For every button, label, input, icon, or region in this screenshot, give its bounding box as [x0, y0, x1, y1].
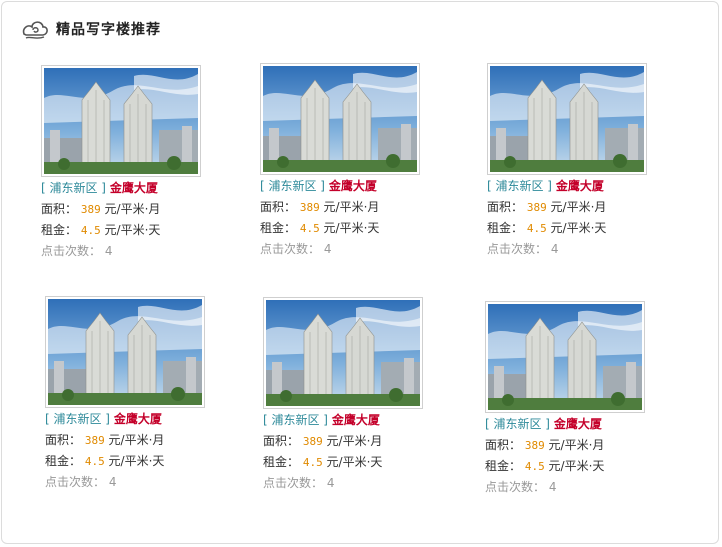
clicks-value: 4: [108, 475, 117, 489]
listing-title: [ 浦东新区 ] 金鹰大厦: [45, 410, 162, 427]
clicks-label: 点击次数：: [41, 244, 102, 258]
clicks-value: 4: [326, 476, 335, 490]
clicks-label: 点击次数：: [487, 242, 548, 256]
building-name-link[interactable]: 金鹰大厦: [114, 412, 162, 426]
area-unit: 元/平米·月: [550, 200, 607, 214]
section-title: 精品写字楼推荐: [56, 22, 161, 38]
district-link[interactable]: [ 浦东新区 ]: [45, 412, 110, 426]
area-value: 389: [524, 439, 545, 452]
clicks-value: 4: [548, 480, 557, 494]
area-value: 389: [84, 434, 105, 447]
rent-label: 租金：: [485, 459, 522, 473]
rent-value: 4.5: [299, 222, 320, 235]
building-name-link[interactable]: 金鹰大厦: [556, 179, 604, 193]
clicks-value: 4: [104, 244, 113, 258]
area-row: 面积： 389 元/平米·月: [485, 436, 604, 453]
rent-label: 租金：: [45, 454, 82, 468]
area-label: 面积：: [263, 434, 300, 448]
rent-value: 4.5: [526, 222, 547, 235]
building-photo[interactable]: [45, 296, 205, 408]
rent-value: 4.5: [80, 224, 101, 237]
building-name-link[interactable]: 金鹰大厦: [110, 181, 158, 195]
area-row: 面积： 389 元/平米·月: [260, 198, 379, 215]
building-name-link[interactable]: 金鹰大厦: [329, 179, 377, 193]
rent-label: 租金：: [487, 221, 524, 235]
rent-unit: 元/平米·天: [326, 455, 383, 469]
clicks-row: 点击次数： 4: [41, 242, 112, 259]
district-link[interactable]: [ 浦东新区 ]: [263, 413, 328, 427]
clicks-label: 点击次数：: [485, 480, 546, 494]
rent-value: 4.5: [84, 455, 105, 468]
rent-row: 租金： 4.5 元/平米·天: [41, 221, 160, 238]
area-value: 389: [299, 201, 320, 214]
area-unit: 元/平米·月: [323, 200, 380, 214]
area-label: 面积：: [485, 438, 522, 452]
area-unit: 元/平米·月: [326, 434, 383, 448]
listing-title: [ 浦东新区 ] 金鹰大厦: [487, 177, 604, 194]
clicks-row: 点击次数： 4: [260, 240, 331, 257]
area-label: 面积：: [487, 200, 524, 214]
building-name-link[interactable]: 金鹰大厦: [554, 417, 602, 431]
listing-title: [ 浦东新区 ] 金鹰大厦: [41, 179, 158, 196]
clicks-row: 点击次数： 4: [487, 240, 558, 257]
clicks-label: 点击次数：: [45, 475, 106, 489]
listing-title: [ 浦东新区 ] 金鹰大厦: [260, 177, 377, 194]
rent-label: 租金：: [263, 455, 300, 469]
section-header: 精品写字楼推荐: [20, 14, 161, 44]
area-row: 面积： 389 元/平米·月: [41, 200, 160, 217]
building-photo[interactable]: [487, 63, 647, 175]
rent-label: 租金：: [41, 223, 78, 237]
rent-row: 租金： 4.5 元/平米·天: [260, 219, 379, 236]
district-link[interactable]: [ 浦东新区 ]: [485, 417, 550, 431]
listing-card: [ 浦东新区 ] 金鹰大厦 面积： 389 元/平米·月 租金： 4.5 元/平…: [485, 301, 645, 511]
area-row: 面积： 389 元/平米·月: [45, 431, 164, 448]
listing-card: [ 浦东新区 ] 金鹰大厦 面积： 389 元/平米·月 租金： 4.5 元/平…: [45, 296, 205, 506]
clicks-value: 4: [550, 242, 559, 256]
clicks-value: 4: [323, 242, 332, 256]
area-row: 面积： 389 元/平米·月: [487, 198, 606, 215]
rent-unit: 元/平米·天: [548, 459, 605, 473]
clicks-row: 点击次数： 4: [485, 478, 556, 495]
clicks-label: 点击次数：: [263, 476, 324, 490]
clicks-row: 点击次数： 4: [45, 473, 116, 490]
rent-unit: 元/平米·天: [550, 221, 607, 235]
rent-unit: 元/平米·天: [104, 223, 161, 237]
rent-unit: 元/平米·天: [108, 454, 165, 468]
area-value: 389: [80, 203, 101, 216]
rent-row: 租金： 4.5 元/平米·天: [487, 219, 606, 236]
area-label: 面积：: [260, 200, 297, 214]
clicks-label: 点击次数：: [260, 242, 321, 256]
listing-card: [ 浦东新区 ] 金鹰大厦 面积： 389 元/平米·月 租金： 4.5 元/平…: [487, 63, 647, 273]
building-name-link[interactable]: 金鹰大厦: [332, 413, 380, 427]
area-unit: 元/平米·月: [108, 433, 165, 447]
area-value: 389: [526, 201, 547, 214]
area-label: 面积：: [45, 433, 82, 447]
listing-card: [ 浦东新区 ] 金鹰大厦 面积： 389 元/平米·月 租金： 4.5 元/平…: [41, 65, 201, 275]
area-unit: 元/平米·月: [104, 202, 161, 216]
area-row: 面积： 389 元/平米·月: [263, 432, 382, 449]
building-photo[interactable]: [263, 297, 423, 409]
clicks-row: 点击次数： 4: [263, 474, 334, 491]
listing-card: [ 浦东新区 ] 金鹰大厦 面积： 389 元/平米·月 租金： 4.5 元/平…: [260, 63, 420, 273]
listing-title: [ 浦东新区 ] 金鹰大厦: [485, 415, 602, 432]
area-unit: 元/平米·月: [548, 438, 605, 452]
rent-label: 租金：: [260, 221, 297, 235]
district-link[interactable]: [ 浦东新区 ]: [41, 181, 106, 195]
rent-row: 租金： 4.5 元/平米·天: [263, 453, 382, 470]
area-label: 面积：: [41, 202, 78, 216]
district-link[interactable]: [ 浦东新区 ]: [260, 179, 325, 193]
listing-title: [ 浦东新区 ] 金鹰大厦: [263, 411, 380, 428]
building-photo[interactable]: [41, 65, 201, 177]
rent-unit: 元/平米·天: [323, 221, 380, 235]
cloud-swirl-icon: [22, 21, 48, 39]
district-link[interactable]: [ 浦东新区 ]: [487, 179, 552, 193]
building-photo[interactable]: [260, 63, 420, 175]
rent-value: 4.5: [524, 460, 545, 473]
listing-card: [ 浦东新区 ] 金鹰大厦 面积： 389 元/平米·月 租金： 4.5 元/平…: [263, 297, 423, 507]
building-photo[interactable]: [485, 301, 645, 413]
rent-row: 租金： 4.5 元/平米·天: [45, 452, 164, 469]
area-value: 389: [302, 435, 323, 448]
rent-row: 租金： 4.5 元/平米·天: [485, 457, 604, 474]
rent-value: 4.5: [302, 456, 323, 469]
